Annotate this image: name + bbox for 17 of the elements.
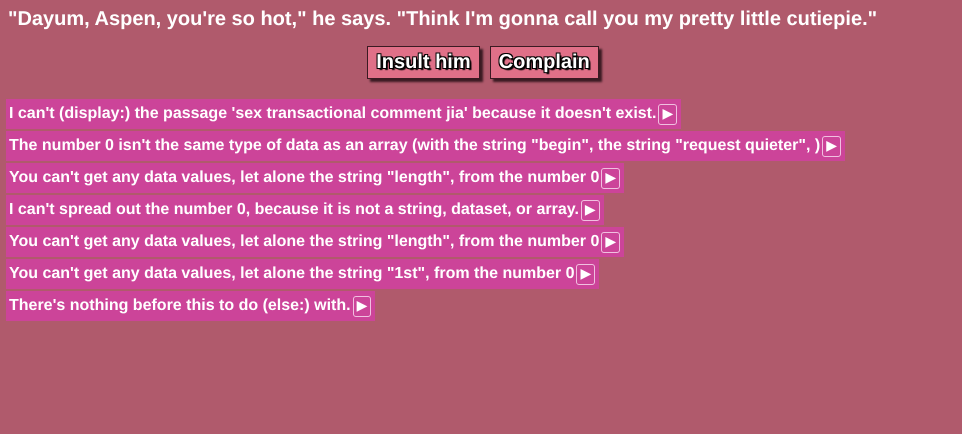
- error-text: The number 0 isn't the same type of data as an array (with the string "begin", the string "request quieter", ): [9, 137, 820, 155]
- error-text: I can't (display:) the passage 'sex transactional comment jia' because it doesn't exist.: [9, 105, 656, 123]
- expand-button[interactable]: ▶: [580, 200, 600, 220]
- error-text: You can't get any data values, let alone the string "length", from the number 0: [9, 233, 600, 251]
- error-text: I can't spread out the number 0, because it is not a string, dataset, or array.: [9, 201, 579, 219]
- passage-text: "Dayum, Aspen, you're so hot," he says. "Think I'm gonna call you my pretty little cutiepie.": [8, 7, 878, 32]
- choice-link[interactable]: Complain: [490, 46, 599, 79]
- error-text: There's nothing before this to do (else:) with.: [9, 297, 351, 315]
- expand-button[interactable]: ▶: [601, 232, 620, 252]
- expand-button[interactable]: ▶: [658, 104, 678, 124]
- choice-link[interactable]: Insult him: [367, 46, 480, 79]
- expand-button[interactable]: ▶: [352, 296, 372, 316]
- expand-button[interactable]: ▶: [601, 168, 620, 188]
- error-text: You can't get any data values, let alone the string "length", from the number 0: [9, 169, 600, 187]
- expand-button[interactable]: ▶: [822, 136, 841, 156]
- expand-button[interactable]: ▶: [576, 264, 596, 284]
- error-text: You can't get any data values, let alone the string "1st", from the number 0: [9, 265, 574, 283]
